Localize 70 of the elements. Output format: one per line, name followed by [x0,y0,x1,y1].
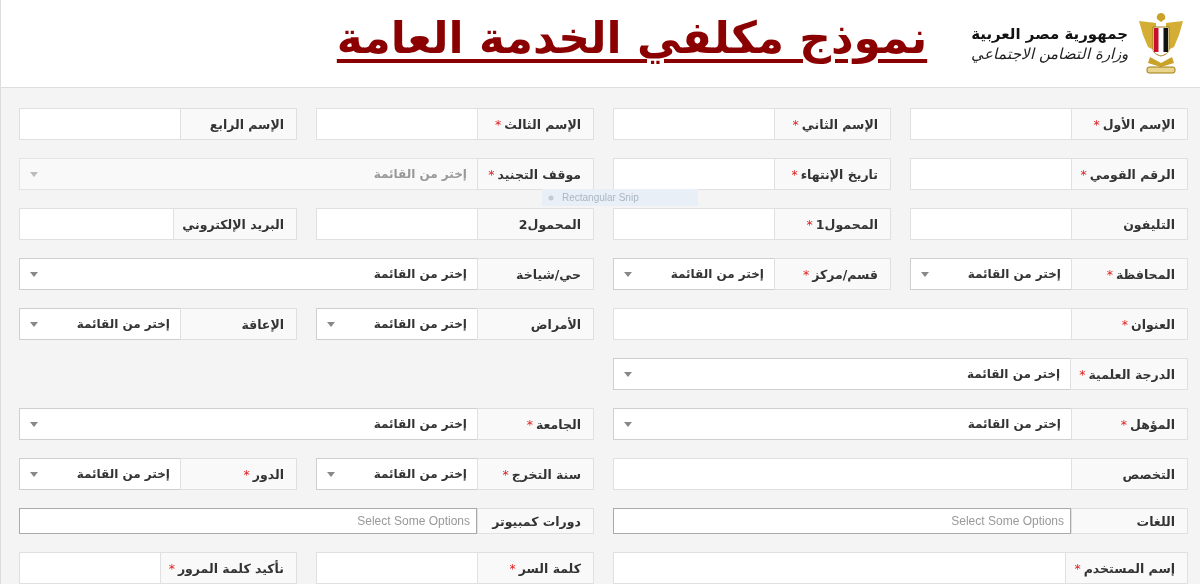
dropdown[interactable]: إختر من القائمة [19,408,477,440]
field-label: دورات كمبيوتر [477,508,594,534]
dropdown[interactable]: إختر من القائمة [19,258,477,290]
text-field[interactable] [613,458,1071,490]
field-label: الدور * [180,458,297,490]
field-label: نأكيد كلمة المرور * [159,552,297,584]
dropdown[interactable]: إختر من القائمة [910,258,1071,290]
text-field[interactable] [316,552,477,584]
field-label: كلمة السر * [477,552,594,584]
dropdown[interactable]: إختر من القائمة [613,408,1071,440]
text-field[interactable] [613,158,774,190]
caret-icon [624,271,632,277]
ministry-name: وزارة التضامن الاجتماعي [971,44,1128,63]
caret-icon [327,471,335,477]
text-field[interactable] [910,158,1071,190]
field-label: الجامعة * [477,408,594,440]
text-field[interactable] [19,552,160,584]
caret-icon [624,421,632,427]
field-label: تاريخ الإنتهاء * [774,158,891,190]
tooltip-text: Rectangular Snip [562,192,639,203]
caret-icon [624,371,632,377]
text-field[interactable] [613,208,774,240]
country-name: جمهورية مصر العربية [971,24,1128,43]
dot-icon [548,194,554,201]
text-field[interactable] [910,108,1071,140]
text-field[interactable] [613,108,774,140]
field-label: التليفون [1071,208,1188,240]
caret-icon [30,471,38,477]
text-field[interactable] [19,108,180,140]
caret-icon [30,171,38,177]
caret-icon [30,321,38,327]
text-field[interactable] [316,208,477,240]
field-label: سنة التخرج * [477,458,594,490]
field-label: الأمراض [477,308,594,340]
text-field[interactable] [19,208,174,240]
dropdown[interactable]: إختر من القائمة [316,308,477,340]
caret-icon [30,271,38,277]
field-label: حي/شياخة [477,258,594,290]
field-label: الإعاقة [180,308,297,340]
text-field[interactable] [910,208,1071,240]
field-label: موقف التجنيد * [477,158,594,190]
field-label: التخصص [1071,458,1188,490]
dropdown[interactable]: إختر من القائمة [316,458,477,490]
field-label: العنوان * [1071,308,1188,340]
field-label: الإسم الثالث * [477,108,594,140]
caret-icon [921,271,929,277]
text-field[interactable] [613,552,1066,584]
field-label: المحافظة * [1071,258,1188,290]
field-label: اللغات [1071,508,1188,534]
field-label: المحمول2 [477,208,594,240]
text-field[interactable] [316,108,477,140]
field-label: المؤهل * [1071,408,1188,440]
field-label: إسم المستخدم * [1065,552,1188,584]
emblem-logo [1136,10,1186,77]
form-title: نموذج مكلفي الخدمة العامة [336,12,928,63]
caret-icon [30,421,38,427]
dropdown[interactable]: إختر من القائمة [19,308,180,340]
field-label: الإسم الأول * [1071,108,1188,140]
field-label: قسم/مركز * [774,258,891,290]
field-label: الإسم الرابع [180,108,297,140]
field-label: الرقم القومي * [1071,158,1188,190]
dropdown[interactable]: إختر من القائمة [613,358,1071,390]
field-label: الدرجة العلمية * [1070,358,1188,390]
dropdown[interactable]: إختر من القائمة [613,258,774,290]
dropdown[interactable]: إختر من القائمة [19,458,180,490]
caret-icon [327,321,335,327]
text-field[interactable] [613,308,1071,340]
field-label: البريد الإلكتروني [173,208,297,240]
field-label: المحمول1 * [774,208,891,240]
field-label: الإسم الثاني * [774,108,891,140]
